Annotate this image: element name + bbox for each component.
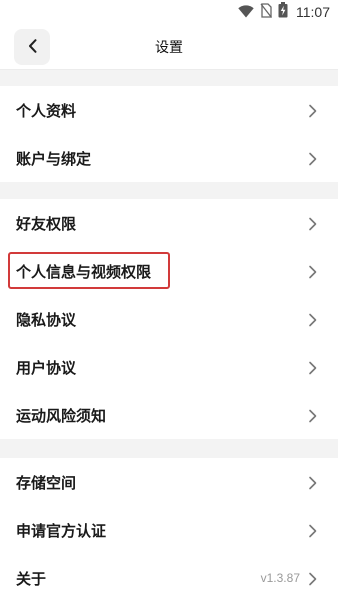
settings-item-label: 运动风险须知	[16, 406, 107, 425]
settings-item-user-agreement[interactable]: 用户协议	[0, 343, 338, 391]
settings-item-label: 用户协议	[16, 358, 77, 377]
chevron-right-icon	[308, 264, 318, 279]
wifi-icon	[238, 3, 254, 22]
status-icons: 11:07	[238, 2, 330, 22]
settings-section-privacy: 好友权限 个人信息与视频权限 隐私协议 用户协议 运动风险须知	[0, 199, 338, 439]
settings-item-label: 存储空间	[16, 473, 77, 492]
version-label: v1.3.87	[260, 571, 300, 585]
chevron-right-icon	[308, 571, 318, 586]
settings-item-label: 关于	[16, 569, 47, 588]
settings-section-account: 个人资料 账户与绑定	[0, 86, 338, 182]
settings-item-account-binding[interactable]: 账户与绑定	[0, 134, 338, 182]
settings-item-about[interactable]: 关于 v1.3.87	[0, 554, 338, 602]
settings-section-other: 存储空间 申请官方认证 关于 v1.3.87	[0, 458, 338, 602]
settings-item-label: 好友权限	[16, 214, 77, 233]
status-bar: 11:07	[0, 0, 338, 24]
settings-item-label: 隐私协议	[16, 310, 77, 329]
chevron-right-icon	[308, 360, 318, 375]
chevron-right-icon	[308, 151, 318, 166]
settings-item-label: 申请官方认证	[16, 521, 107, 540]
chevron-right-icon	[308, 216, 318, 231]
chevron-right-icon	[308, 103, 318, 118]
no-sim-icon	[260, 2, 273, 22]
chevron-right-icon	[308, 408, 318, 423]
settings-item-friend-permissions[interactable]: 好友权限	[0, 199, 338, 247]
battery-charging-icon	[278, 2, 288, 22]
settings-item-profile[interactable]: 个人资料	[0, 86, 338, 134]
settings-item-exercise-risk-notice[interactable]: 运动风险须知	[0, 391, 338, 439]
settings-item-label: 个人信息与视频权限	[16, 262, 152, 281]
settings-item-label: 个人资料	[16, 101, 77, 120]
settings-item-label: 账户与绑定	[16, 149, 92, 168]
status-time: 11:07	[296, 4, 330, 20]
settings-item-storage[interactable]: 存储空间	[0, 458, 338, 506]
header: 设置	[0, 24, 338, 70]
chevron-right-icon	[308, 523, 318, 538]
chevron-right-icon	[308, 475, 318, 490]
settings-item-official-verification[interactable]: 申请官方认证	[0, 506, 338, 554]
chevron-right-icon	[308, 312, 318, 327]
page-title: 设置	[155, 40, 183, 56]
settings-item-personal-info-video-permissions[interactable]: 个人信息与视频权限	[0, 247, 338, 295]
settings-item-privacy-policy[interactable]: 隐私协议	[0, 295, 338, 343]
